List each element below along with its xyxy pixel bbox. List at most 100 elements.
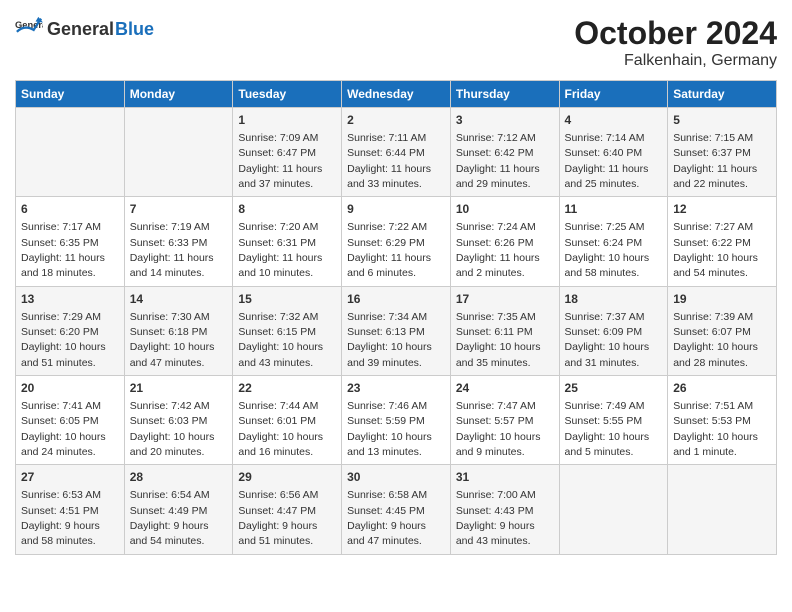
calendar-cell: 27 Sunrise: 6:53 AMSunset: 4:51 PMDayligh… [16, 465, 125, 554]
calendar-cell: 23 Sunrise: 7:46 AMSunset: 5:59 PMDayligh… [342, 376, 451, 465]
cell-content: Sunrise: 7:35 AMSunset: 6:11 PMDaylight:… [456, 311, 541, 369]
calendar-cell: 2 Sunrise: 7:11 AMSunset: 6:44 PMDaylight… [342, 108, 451, 197]
cell-content: Sunrise: 7:11 AMSunset: 6:44 PMDaylight:… [347, 132, 431, 190]
calendar-cell: 30 Sunrise: 6:58 AMSunset: 4:45 PMDayligh… [342, 465, 451, 554]
calendar-cell: 18 Sunrise: 7:37 AMSunset: 6:09 PMDayligh… [559, 286, 668, 375]
day-number: 31 [456, 469, 554, 486]
cell-content: Sunrise: 7:47 AMSunset: 5:57 PMDaylight:… [456, 400, 541, 458]
day-number: 20 [21, 380, 119, 397]
cell-content: Sunrise: 7:49 AMSunset: 5:55 PMDaylight:… [565, 400, 650, 458]
cell-content: Sunrise: 7:32 AMSunset: 6:15 PMDaylight:… [238, 311, 323, 369]
calendar-week-row: 13Sunrise: 7:29 AMSunset: 6:20 PMDayligh… [16, 286, 777, 375]
cell-content: Sunrise: 6:53 AMSunset: 4:51 PMDaylight:… [21, 489, 101, 547]
day-number: 29 [238, 469, 336, 486]
calendar-cell [559, 465, 668, 554]
calendar-cell [668, 465, 777, 554]
calendar-cell: 10Sunrise: 7:24 AMSunset: 6:26 PMDayligh… [450, 197, 559, 286]
day-number: 30 [347, 469, 445, 486]
day-number: 23 [347, 380, 445, 397]
calendar-week-row: 27 Sunrise: 6:53 AMSunset: 4:51 PMDayligh… [16, 465, 777, 554]
cell-content: Sunrise: 7:42 AMSunset: 6:03 PMDaylight:… [130, 400, 215, 458]
calendar-week-row: 1 Sunrise: 7:09 AMSunset: 6:47 PMDaylight… [16, 108, 777, 197]
calendar-week-row: 6 Sunrise: 7:17 AMSunset: 6:35 PMDaylight… [16, 197, 777, 286]
cell-content: Sunrise: 7:41 AMSunset: 6:05 PMDaylight:… [21, 400, 106, 458]
cell-content: Sunrise: 7:51 AMSunset: 5:53 PMDaylight:… [673, 400, 758, 458]
cell-content: Sunrise: 7:22 AMSunset: 6:29 PMDaylight:… [347, 221, 431, 279]
day-number: 1 [238, 112, 336, 129]
calendar-cell: 7Sunrise: 7:19 AMSunset: 6:33 PMDaylight… [124, 197, 233, 286]
calendar-cell [124, 108, 233, 197]
day-number: 9 [347, 201, 445, 218]
calendar-cell: 8Sunrise: 7:20 AMSunset: 6:31 PMDaylight… [233, 197, 342, 286]
calendar-cell: 12Sunrise: 7:27 AMSunset: 6:22 PMDayligh… [668, 197, 777, 286]
day-number: 18 [565, 291, 663, 308]
calendar-cell: 15 Sunrise: 7:32 AMSunset: 6:15 PMDayligh… [233, 286, 342, 375]
day-number: 10 [456, 201, 554, 218]
cell-content: Sunrise: 7:09 AMSunset: 6:47 PMDaylight:… [238, 132, 322, 190]
day-number: 7 [130, 201, 228, 218]
day-number: 19 [673, 291, 771, 308]
weekday-header-friday: Friday [559, 81, 668, 108]
weekday-header-tuesday: Tuesday [233, 81, 342, 108]
calendar-cell: 26 Sunrise: 7:51 AMSunset: 5:53 PMDayligh… [668, 376, 777, 465]
calendar-cell: 4 Sunrise: 7:14 AMSunset: 6:40 PMDaylight… [559, 108, 668, 197]
day-number: 15 [238, 291, 336, 308]
day-number: 14 [130, 291, 228, 308]
calendar-cell: 24 Sunrise: 7:47 AMSunset: 5:57 PMDayligh… [450, 376, 559, 465]
calendar-cell: 16 Sunrise: 7:34 AMSunset: 6:13 PMDayligh… [342, 286, 451, 375]
day-number: 28 [130, 469, 228, 486]
day-number: 22 [238, 380, 336, 397]
day-number: 25 [565, 380, 663, 397]
day-number: 4 [565, 112, 663, 129]
page-header: General General Blue October 2024 Falken… [15, 15, 777, 70]
weekday-header-wednesday: Wednesday [342, 81, 451, 108]
calendar-cell: 25 Sunrise: 7:49 AMSunset: 5:55 PMDayligh… [559, 376, 668, 465]
calendar-cell: 9 Sunrise: 7:22 AMSunset: 6:29 PMDaylight… [342, 197, 451, 286]
weekday-header-monday: Monday [124, 81, 233, 108]
day-number: 6 [21, 201, 119, 218]
cell-content: Sunrise: 6:56 AMSunset: 4:47 PMDaylight:… [238, 489, 318, 547]
day-number: 11 [565, 201, 663, 218]
cell-content: Sunrise: 7:44 AMSunset: 6:01 PMDaylight:… [238, 400, 323, 458]
day-number: 16 [347, 291, 445, 308]
calendar-week-row: 20 Sunrise: 7:41 AMSunset: 6:05 PMDayligh… [16, 376, 777, 465]
day-number: 26 [673, 380, 771, 397]
cell-content: Sunrise: 7:15 AMSunset: 6:37 PMDaylight:… [673, 132, 757, 190]
logo-general-text: General [47, 19, 114, 40]
cell-content: Sunrise: 7:17 AMSunset: 6:35 PMDaylight:… [21, 221, 105, 279]
day-number: 27 [21, 469, 119, 486]
cell-content: Sunrise: 7:37 AMSunset: 6:09 PMDaylight:… [565, 311, 650, 369]
calendar-table: SundayMondayTuesdayWednesdayThursdayFrid… [15, 80, 777, 555]
calendar-cell: 11 Sunrise: 7:25 AMSunset: 6:24 PMDayligh… [559, 197, 668, 286]
calendar-cell: 14Sunrise: 7:30 AMSunset: 6:18 PMDayligh… [124, 286, 233, 375]
cell-content: Sunrise: 7:14 AMSunset: 6:40 PMDaylight:… [565, 132, 649, 190]
day-number: 24 [456, 380, 554, 397]
month-year-title: October 2024 [574, 15, 777, 52]
calendar-cell: 19 Sunrise: 7:39 AMSunset: 6:07 PMDayligh… [668, 286, 777, 375]
cell-content: Sunrise: 6:54 AMSunset: 4:49 PMDaylight:… [130, 489, 210, 547]
day-number: 2 [347, 112, 445, 129]
calendar-cell: 13Sunrise: 7:29 AMSunset: 6:20 PMDayligh… [16, 286, 125, 375]
calendar-cell: 29 Sunrise: 6:56 AMSunset: 4:47 PMDayligh… [233, 465, 342, 554]
day-number: 17 [456, 291, 554, 308]
calendar-cell: 5 Sunrise: 7:15 AMSunset: 6:37 PMDaylight… [668, 108, 777, 197]
calendar-cell [16, 108, 125, 197]
cell-content: Sunrise: 7:39 AMSunset: 6:07 PMDaylight:… [673, 311, 758, 369]
day-number: 21 [130, 380, 228, 397]
cell-content: Sunrise: 7:00 AMSunset: 4:43 PMDaylight:… [456, 489, 536, 547]
cell-content: Sunrise: 6:58 AMSunset: 4:45 PMDaylight:… [347, 489, 427, 547]
cell-content: Sunrise: 7:46 AMSunset: 5:59 PMDaylight:… [347, 400, 432, 458]
calendar-cell: 21 Sunrise: 7:42 AMSunset: 6:03 PMDayligh… [124, 376, 233, 465]
logo: General General Blue [15, 15, 154, 43]
logo-blue-text: Blue [115, 19, 154, 40]
calendar-cell: 28 Sunrise: 6:54 AMSunset: 4:49 PMDayligh… [124, 465, 233, 554]
cell-content: Sunrise: 7:25 AMSunset: 6:24 PMDaylight:… [565, 221, 650, 279]
day-number: 13 [21, 291, 119, 308]
day-number: 5 [673, 112, 771, 129]
logo-icon: General [15, 15, 43, 43]
day-number: 12 [673, 201, 771, 218]
day-number: 3 [456, 112, 554, 129]
weekday-header-saturday: Saturday [668, 81, 777, 108]
calendar-cell: 3Sunrise: 7:12 AMSunset: 6:42 PMDaylight… [450, 108, 559, 197]
cell-content: Sunrise: 7:34 AMSunset: 6:13 PMDaylight:… [347, 311, 432, 369]
